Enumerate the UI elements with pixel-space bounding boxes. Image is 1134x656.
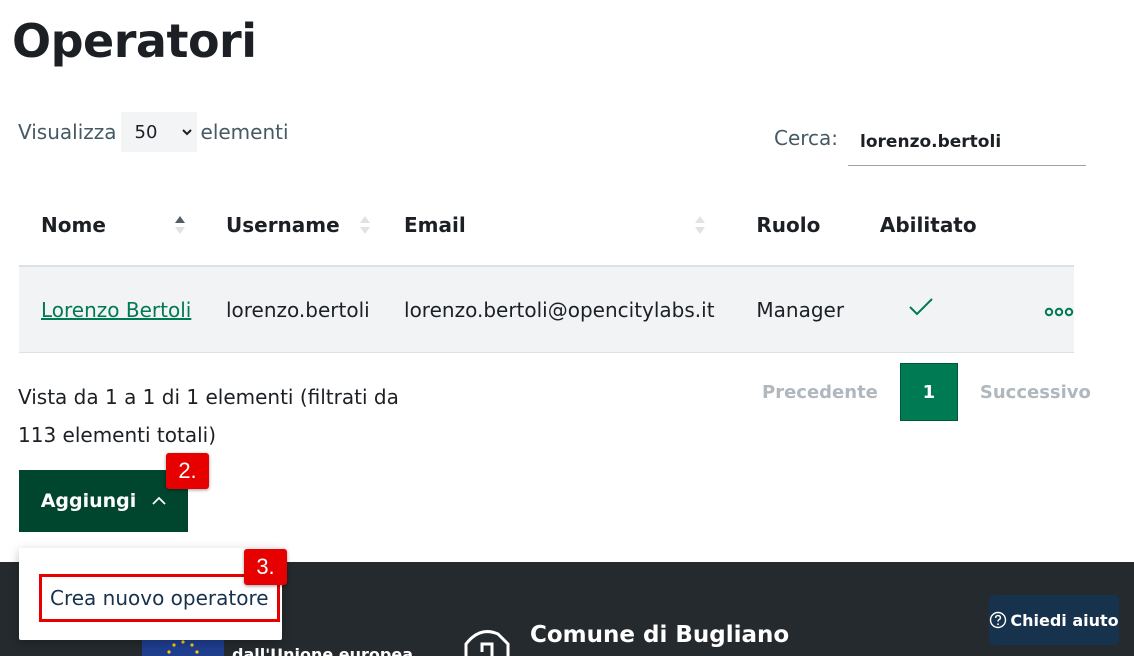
- pagination: Precedente 1 Successivo: [740, 363, 1113, 421]
- show-suffix: elementi: [200, 120, 289, 144]
- cell-email: lorenzo.bertoli@opencitylabs.it: [382, 266, 719, 353]
- search-control: Cerca:: [774, 118, 1087, 166]
- operator-name-link[interactable]: Lorenzo Bertoli: [41, 298, 191, 322]
- column-header-abilitato: Abilitato: [859, 184, 1014, 267]
- add-dropdown-menu: Crea nuovo operatore: [19, 548, 282, 640]
- municipality-logo-icon: [464, 630, 510, 656]
- sort-icon: [359, 216, 370, 234]
- page-length-control: Visualizza 50 elementi: [18, 112, 289, 152]
- table-row: Lorenzo Bertoli lorenzo.bertoli lorenzo.…: [19, 266, 1074, 353]
- pagination-page-1[interactable]: 1: [899, 363, 958, 421]
- page-length-value: 50: [134, 121, 158, 143]
- page-title: Operatori: [12, 14, 257, 68]
- column-header-nome[interactable]: Nome: [19, 184, 204, 267]
- pagination-next-button[interactable]: Successivo: [958, 382, 1113, 403]
- chevron-up-icon: [152, 496, 166, 505]
- pagination-previous-button[interactable]: Precedente: [740, 382, 900, 403]
- sort-ascending-icon: [175, 216, 185, 234]
- help-button[interactable]: Chiedi aiuto: [989, 595, 1119, 645]
- annotation-badge-2: 2.: [166, 453, 209, 489]
- cell-username: lorenzo.bertoli: [203, 266, 383, 353]
- add-button-label: Aggiungi: [40, 490, 137, 512]
- question-circle-icon: [990, 611, 1007, 629]
- cell-abilitato: [859, 266, 1014, 353]
- cell-ruolo: Manager: [718, 266, 860, 353]
- table-info-text: Vista da 1 a 1 di 1 elementi (filtrati d…: [18, 385, 399, 447]
- search-label: Cerca:: [774, 126, 839, 150]
- help-button-label: Chiedi aiuto: [1010, 610, 1119, 630]
- column-header-ruolo: Ruolo: [718, 184, 860, 267]
- municipality-name: Comune di Bugliano: [530, 622, 790, 648]
- check-icon: [909, 298, 933, 316]
- add-button[interactable]: Aggiungi: [19, 470, 188, 532]
- operators-table: Nome Username Email Ruolo Abilitato Lore…: [19, 184, 1074, 353]
- cell-actions: [1014, 266, 1074, 353]
- chevron-down-icon: [181, 129, 192, 136]
- column-header-email[interactable]: Email: [382, 184, 719, 267]
- column-header-actions: [1014, 184, 1074, 267]
- more-icon[interactable]: [1044, 307, 1074, 317]
- sort-icon: [695, 216, 706, 234]
- cell-nome: Lorenzo Bertoli: [19, 266, 204, 353]
- page-length-select[interactable]: 50: [120, 112, 197, 152]
- annotation-badge-3: 3.: [244, 549, 287, 585]
- column-header-username[interactable]: Username: [203, 184, 383, 267]
- search-input[interactable]: [848, 118, 1087, 166]
- table-header-row: Nome Username Email Ruolo Abilitato: [19, 184, 1074, 267]
- show-label: Visualizza: [18, 120, 117, 144]
